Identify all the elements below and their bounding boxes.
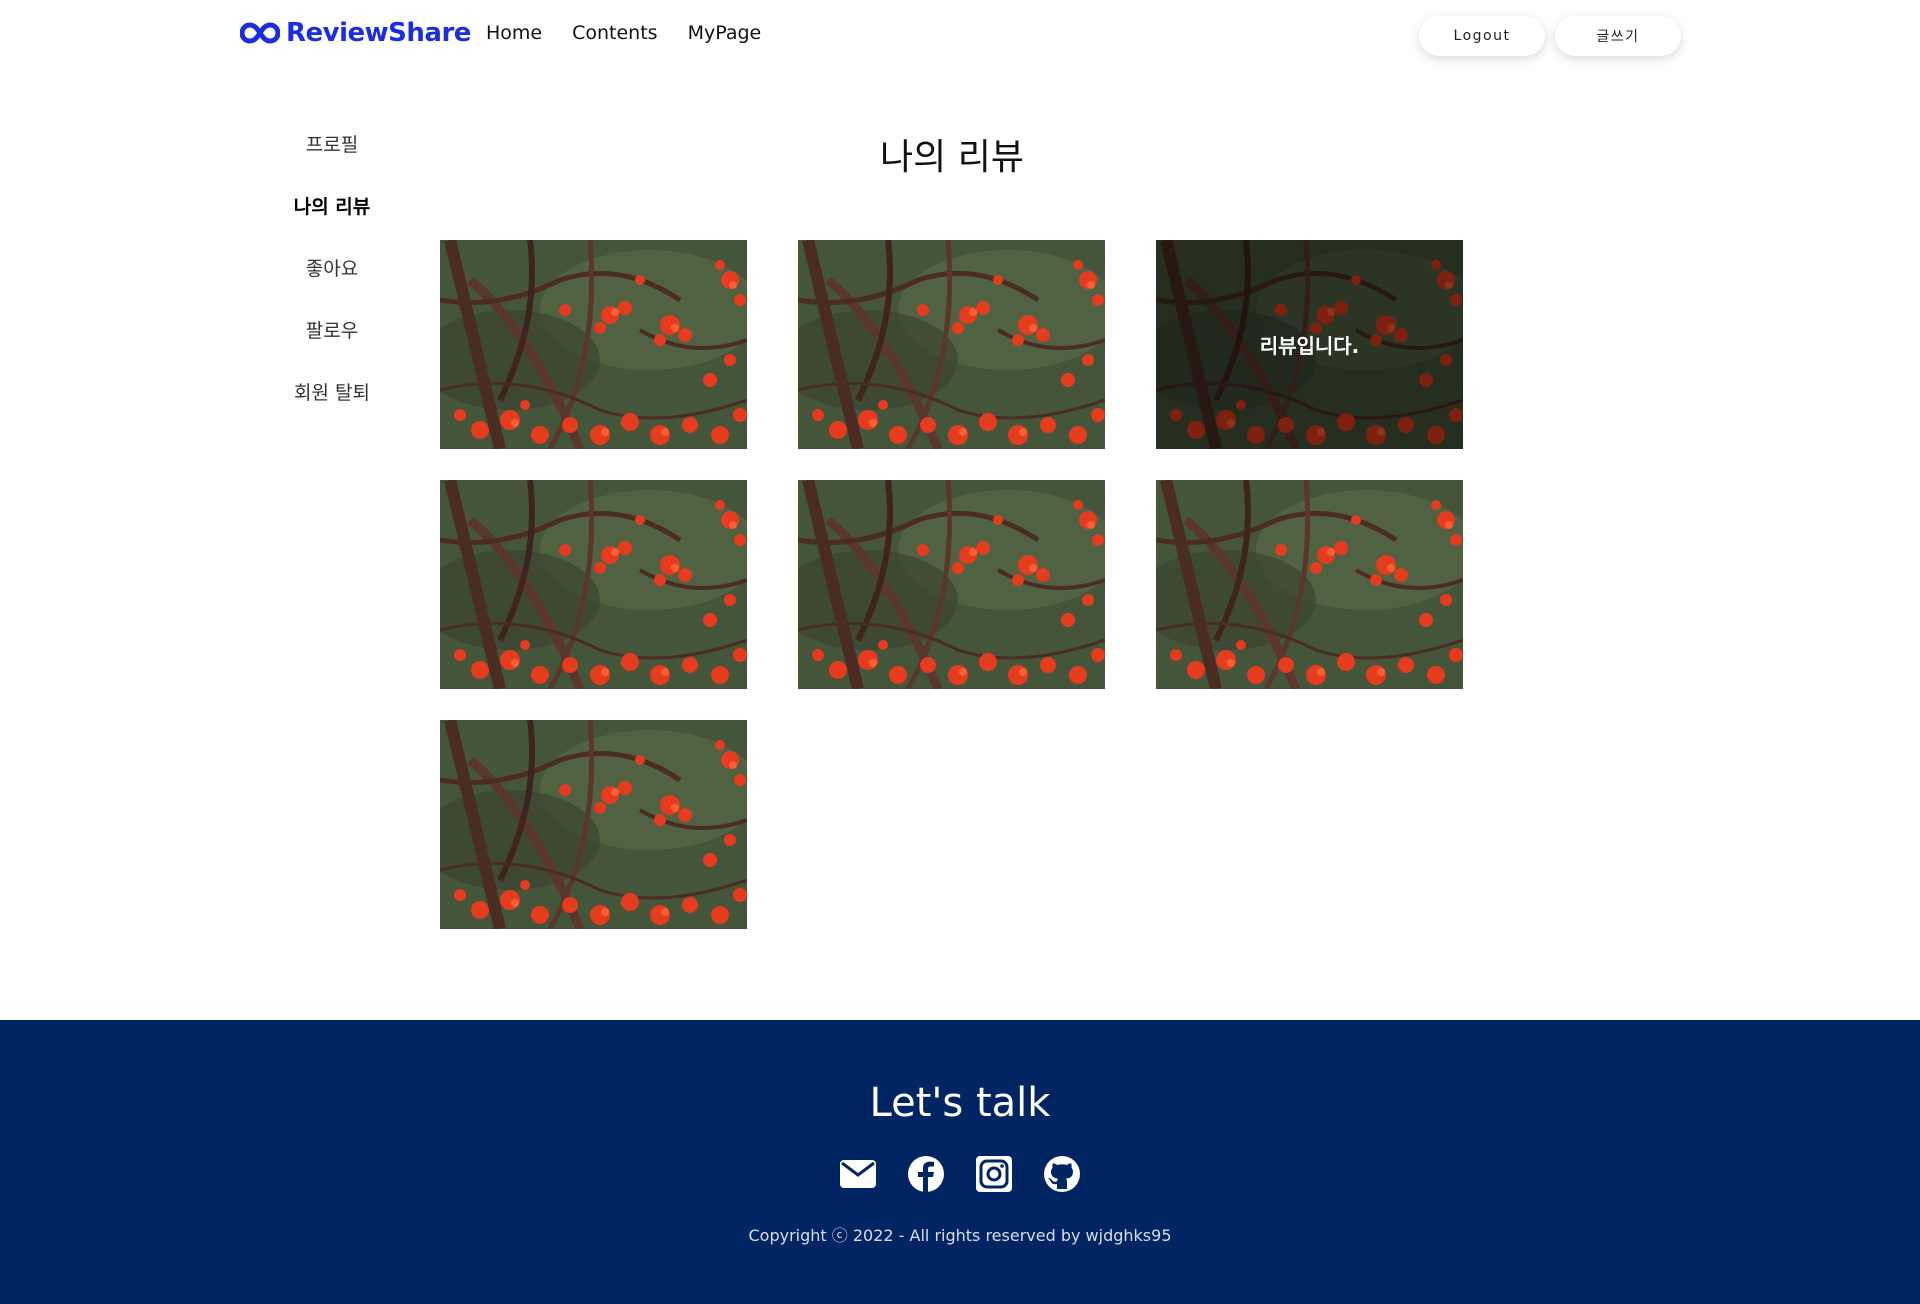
review-overlay-text: 리뷰입니다. bbox=[1259, 334, 1360, 358]
site-footer: Let's talk Copyright ⓒ 2022 - All rights… bbox=[0, 1020, 1920, 1304]
review-hover-overlay: 리뷰입니다. bbox=[1156, 240, 1463, 449]
nav-mypage-link[interactable]: MyPage bbox=[688, 22, 762, 44]
social-links bbox=[0, 1156, 1920, 1192]
review-card[interactable] bbox=[798, 480, 1105, 689]
page-title: 나의 리뷰 bbox=[880, 137, 1024, 178]
footer-title: Let's talk bbox=[869, 1080, 1051, 1126]
facebook-icon[interactable] bbox=[908, 1156, 944, 1192]
infinity-icon bbox=[240, 22, 280, 44]
review-card[interactable] bbox=[440, 480, 747, 689]
top-header: ReviewShare Home Contents MyPage Logout … bbox=[0, 0, 1920, 72]
review-thumbnail bbox=[440, 240, 747, 449]
review-card[interactable] bbox=[440, 720, 747, 929]
review-thumbnail bbox=[440, 480, 747, 689]
copyright-text: Copyright ⓒ 2022 - All rights reserved b… bbox=[748, 1226, 1172, 1245]
sidebar-item-withdraw[interactable]: 회원 탈퇴 bbox=[262, 378, 402, 440]
mypage-sidebar: 프로필 나의 리뷰 좋아요 팔로우 회원 탈퇴 bbox=[262, 130, 402, 440]
brand-logo[interactable]: ReviewShare bbox=[240, 18, 471, 48]
main-nav: Home Contents MyPage bbox=[486, 22, 761, 44]
instagram-icon[interactable] bbox=[976, 1156, 1012, 1192]
brand-name: ReviewShare bbox=[286, 18, 471, 48]
sidebar-item-follow[interactable]: 팔로우 bbox=[262, 316, 402, 378]
envelope-icon[interactable] bbox=[840, 1156, 876, 1192]
review-grid: 리뷰입니다. bbox=[440, 240, 1463, 929]
review-card[interactable]: 리뷰입니다. bbox=[1156, 240, 1463, 449]
nav-home-link[interactable]: Home bbox=[486, 22, 542, 44]
review-card[interactable] bbox=[440, 240, 747, 449]
logout-button[interactable]: Logout bbox=[1419, 16, 1545, 56]
github-icon[interactable] bbox=[1044, 1156, 1080, 1192]
sidebar-item-my-reviews[interactable]: 나의 리뷰 bbox=[262, 192, 402, 254]
review-card[interactable] bbox=[798, 240, 1105, 449]
sidebar-item-profile[interactable]: 프로필 bbox=[262, 130, 402, 192]
review-thumbnail bbox=[440, 720, 747, 929]
review-thumbnail bbox=[1156, 480, 1463, 689]
review-card[interactable] bbox=[1156, 480, 1463, 689]
write-post-button[interactable]: 글쓰기 bbox=[1555, 16, 1681, 56]
nav-contents-link[interactable]: Contents bbox=[572, 22, 657, 44]
review-thumbnail bbox=[798, 480, 1105, 689]
review-thumbnail bbox=[798, 240, 1105, 449]
sidebar-item-likes[interactable]: 좋아요 bbox=[262, 254, 402, 316]
